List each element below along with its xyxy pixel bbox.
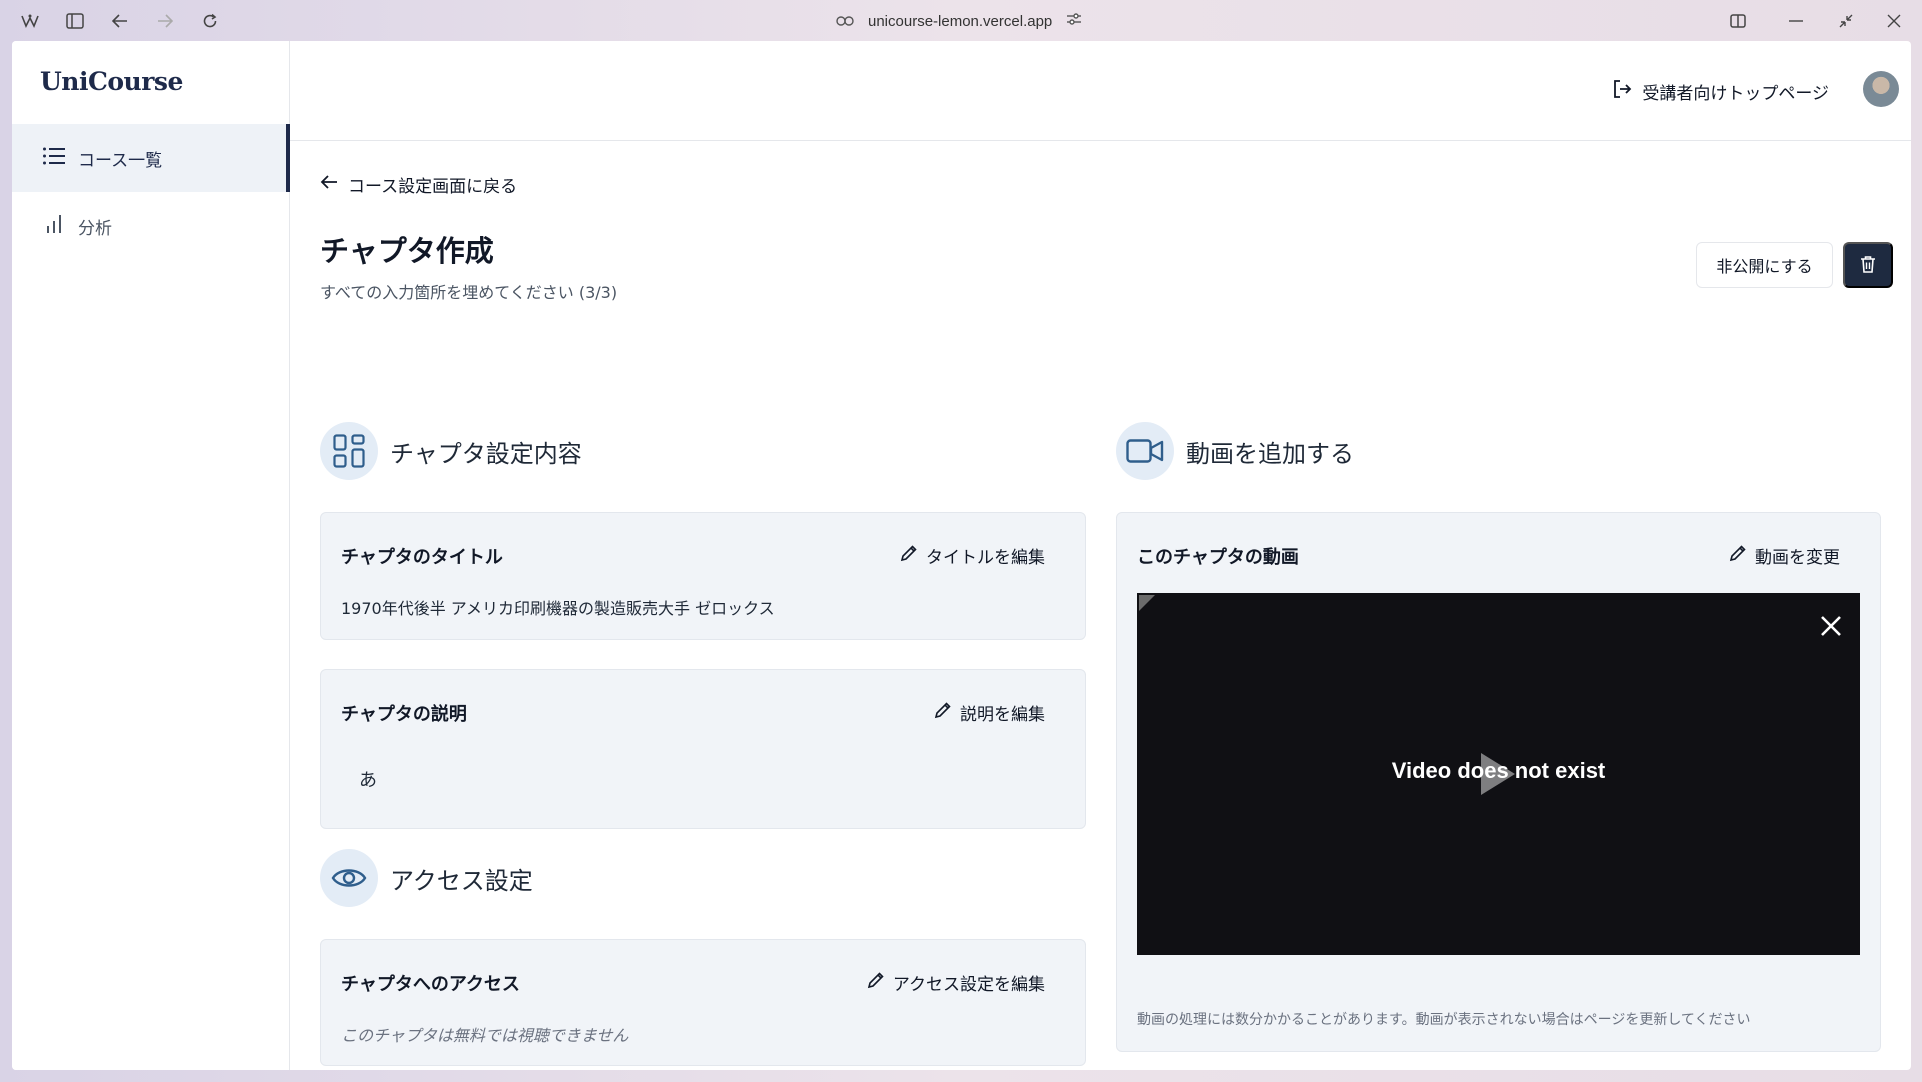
forward-icon[interactable] [153,9,177,33]
delete-button[interactable] [1843,242,1893,288]
layout-grid-icon [320,422,378,480]
restore-icon[interactable] [1834,9,1858,33]
pencil-icon [867,971,885,994]
change-video-button[interactable]: 動画を変更 [1729,543,1840,568]
edit-title-button[interactable]: タイトルを編集 [900,543,1045,568]
chapter-title-value: 1970年代後半 アメリカ印刷機器の製造販売大手 ゼロックス [341,599,775,618]
chapter-title-card: チャプタのタイトル タイトルを編集 1970年代後半 アメリカ印刷機器の製造販売… [320,512,1086,640]
pencil-icon [1729,544,1747,567]
card-title: このチャプタの動画 [1137,547,1299,568]
edit-description-button[interactable]: 説明を編集 [934,700,1045,725]
edit-label: 説明を編集 [960,705,1045,725]
browser-logo-icon[interactable] [18,9,42,33]
top-link-label: 受講者向けトップページ [1642,84,1829,104]
bar-chart-icon [42,213,66,240]
main-content: コース設定画面に戻る チャプタ作成 すべての入力箇所を埋めてください (3/3)… [290,142,1911,1070]
site-settings-icon[interactable] [1066,12,1082,30]
edit-label: タイトルを編集 [926,548,1045,568]
back-icon[interactable] [108,9,132,33]
chapter-access-card: チャプタへのアクセス アクセス設定を編集 このチャプタは無料では視聴できません [320,939,1086,1066]
logout-icon [1612,79,1632,104]
section-title: アクセス設定 [390,866,533,895]
card-title: チャプタの説明 [341,704,467,725]
edit-label: アクセス設定を編集 [892,975,1045,995]
card-title: チャプタのタイトル [341,547,503,568]
close-icon[interactable] [1820,615,1842,641]
access-settings-heading: アクセス設定 [320,849,533,907]
video-player[interactable]: Video does not exist [1137,593,1860,955]
page-subtitle: すべての入力箇所を埋めてください (3/3) [320,283,618,302]
trash-icon [1860,255,1876,276]
sidebar-item-courses[interactable]: コース一覧 [12,124,290,192]
sidebar: UniCourse コース一覧 分析 [12,41,290,1070]
sidebar-toggle-icon[interactable] [63,9,87,33]
chapter-video-card: このチャプタの動画 動画を変更 Video does not exist 動画の… [1116,512,1881,1052]
section-title: チャプタ設定内容 [390,439,582,468]
video-processing-note: 動画の処理には数分かかることがあります。動画が表示されない場合はページを更新して… [1137,1012,1751,1028]
edit-access-button[interactable]: アクセス設定を編集 [867,970,1045,995]
sidebar-item-label: コース一覧 [78,150,163,171]
eye-icon [320,849,378,907]
reload-icon[interactable] [198,9,222,33]
address-bar[interactable]: unicourse-lemon.vercel.app [836,10,1082,32]
sidebar-item-label: 分析 [78,218,112,239]
link-icon [836,13,854,30]
chapter-description-card: チャプタの説明 説明を編集 あ [320,669,1086,829]
sidebar-item-analytics[interactable]: 分析 [12,192,290,260]
split-view-icon[interactable] [1726,9,1750,33]
list-icon [42,146,66,171]
back-to-course-settings-link[interactable]: コース設定画面に戻る [320,172,517,197]
arrow-left-icon [320,174,338,195]
broken-image-icon [1139,595,1155,611]
section-title: 動画を追加する [1186,439,1354,468]
top-bar: 受講者向けトップページ [290,41,1911,141]
card-title: チャプタへのアクセス [341,974,520,995]
student-top-page-link[interactable]: 受講者向けトップページ [1612,79,1829,104]
app-window: UniCourse コース一覧 分析 受講者向けトップページ コース設定画面に戻… [12,41,1911,1070]
chapter-description-value: あ [359,770,377,791]
avatar[interactable] [1863,71,1899,107]
pencil-icon [900,544,918,567]
edit-label: 動画を変更 [1755,548,1840,568]
minimize-icon[interactable] [1784,9,1808,33]
video-camera-icon [1116,422,1174,480]
page-title: チャプタ作成 [320,234,494,268]
add-video-heading: 動画を追加する [1116,422,1354,480]
url-text: unicourse-lemon.vercel.app [868,12,1053,30]
browser-toolbar: unicourse-lemon.vercel.app [0,0,1922,41]
logo[interactable]: UniCourse [40,67,183,96]
chapter-access-value: このチャプタは無料では視聴できません [341,1026,629,1045]
pencil-icon [934,701,952,724]
chapter-settings-heading: チャプタ設定内容 [320,422,582,480]
unpublish-button[interactable]: 非公開にする [1696,242,1833,288]
video-error-message: Video does not exist [1391,758,1606,783]
back-link-label: コース設定画面に戻る [348,177,518,197]
close-window-icon[interactable] [1882,9,1906,33]
